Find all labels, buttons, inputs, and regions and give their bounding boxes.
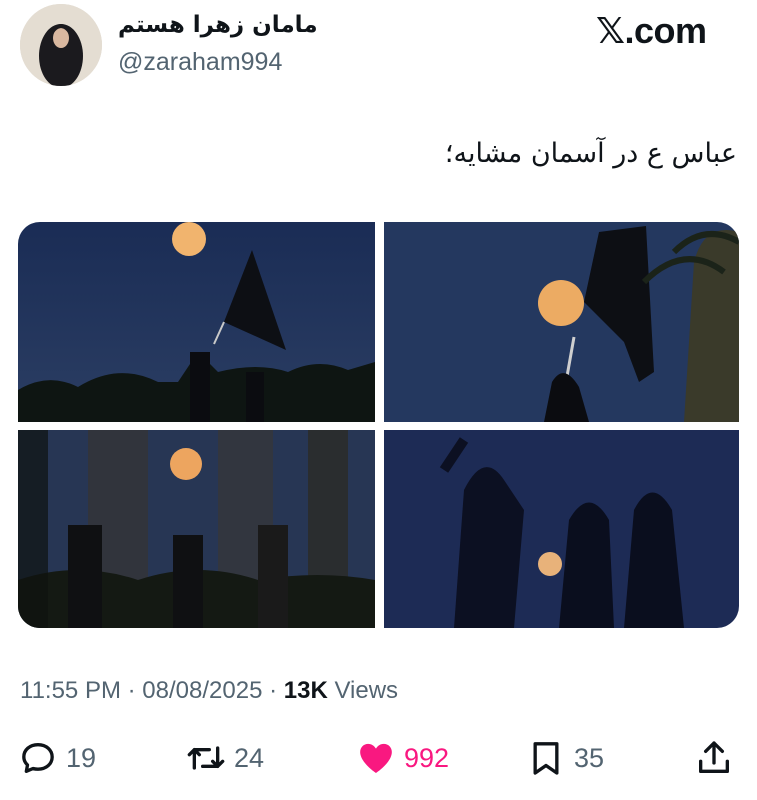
brand-logo: 𝕏.com — [596, 10, 707, 52]
share-button[interactable] — [694, 736, 734, 780]
reply-count: 19 — [66, 742, 97, 773]
media-image-4[interactable] — [384, 430, 739, 628]
avatar-image — [20, 4, 102, 86]
retweet-count: 24 — [234, 742, 265, 773]
action-bar: 19 24 992 35 — [0, 728, 757, 788]
media-image-1[interactable] — [18, 222, 375, 422]
like-count: 992 — [404, 742, 450, 773]
bookmark-button[interactable]: 35 — [526, 736, 604, 780]
x-logo-icon: 𝕏 — [596, 11, 625, 52]
tweet-text: عباس ع در آسمان مشایه؛ — [444, 138, 737, 169]
like-button[interactable]: 992 — [356, 736, 449, 780]
media-image-3[interactable] — [18, 430, 375, 628]
user-handle[interactable]: @zaraham994 — [118, 48, 282, 77]
bookmark-count: 35 — [574, 742, 605, 773]
reply-icon — [22, 743, 54, 773]
retweet-button[interactable]: 24 — [186, 736, 264, 780]
avatar[interactable] — [20, 4, 102, 86]
share-icon — [699, 741, 729, 773]
tweet-date[interactable]: 08/08/2025 — [142, 677, 262, 704]
media-image-2[interactable] — [384, 222, 739, 422]
heart-icon — [360, 743, 392, 773]
brand-domain: .com — [624, 10, 708, 51]
meta-separator: · — [127, 677, 136, 704]
retweet-icon — [187, 746, 225, 770]
display-name[interactable]: مامان زهرا هستم — [118, 12, 318, 38]
tweet-meta: 11:55 PM · 08/08/2025 · 13K Views — [20, 677, 398, 705]
views-count: 13K — [283, 677, 328, 704]
tweet-time[interactable]: 11:55 PM — [20, 677, 121, 704]
reply-button[interactable]: 19 — [18, 736, 96, 780]
views-label: Views — [334, 677, 399, 704]
meta-separator: · — [269, 677, 278, 704]
bookmark-icon — [533, 742, 559, 775]
media-grid — [18, 222, 739, 628]
